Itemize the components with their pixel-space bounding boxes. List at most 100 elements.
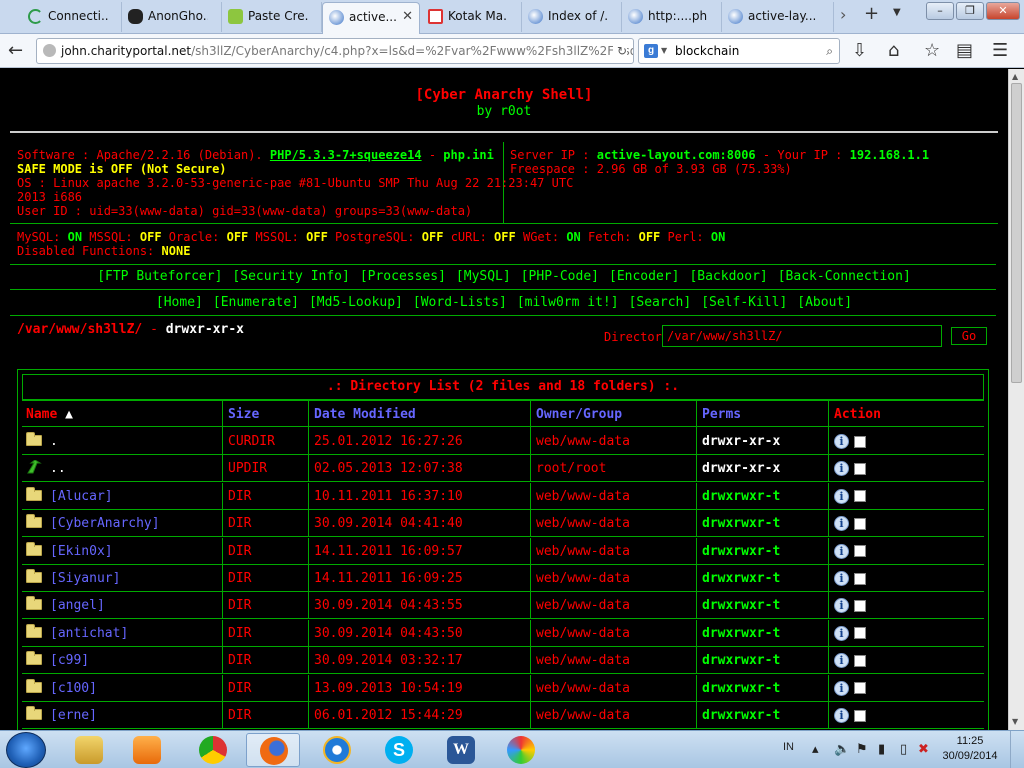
- entry-perms[interactable]: drwxrwxr-t: [702, 675, 780, 702]
- taskbar-word[interactable]: W: [434, 733, 488, 767]
- info-icon[interactable]: i: [834, 571, 849, 586]
- sort-by-date[interactable]: Date Modified: [314, 401, 416, 428]
- start-button[interactable]: [6, 732, 46, 768]
- search-icon[interactable]: ⌕: [826, 39, 833, 63]
- volume-icon[interactable]: 🔈: [834, 742, 850, 757]
- url-bar[interactable]: john.charityportal.net/sh3llZ/CyberAnarc…: [36, 38, 634, 64]
- directory-input[interactable]: /var/www/sh3llZ/: [662, 325, 942, 347]
- menu-backdoor[interactable]: [Backdoor]: [689, 269, 767, 284]
- sort-by-size[interactable]: Size: [228, 401, 259, 428]
- entry-name-link[interactable]: [c100]: [50, 681, 97, 696]
- entry-perms[interactable]: drwxrwxr-t: [702, 620, 780, 647]
- php-ini-link[interactable]: php.ini: [443, 148, 494, 162]
- current-path-link[interactable]: /var/www/sh3llZ/: [17, 322, 142, 337]
- clock-date[interactable]: 30/09/2014: [933, 750, 1007, 762]
- entry-name-link[interactable]: [Alucar]: [50, 489, 113, 504]
- select-checkbox[interactable]: [854, 599, 866, 612]
- menu-md5-lookup[interactable]: [Md5-Lookup]: [309, 295, 403, 310]
- tab-scroll-right-icon[interactable]: ›: [840, 5, 846, 24]
- info-icon[interactable]: i: [834, 653, 849, 669]
- menu-mysql[interactable]: [MySQL]: [456, 269, 511, 284]
- battery-icon[interactable]: ▯: [900, 742, 907, 757]
- scroll-thumb[interactable]: [1011, 83, 1022, 383]
- sort-ascending-icon[interactable]: ▲: [65, 407, 73, 422]
- menu-enumerate[interactable]: [Enumerate]: [213, 295, 299, 310]
- entry-name-link[interactable]: .: [50, 434, 58, 449]
- taskbar-chrome[interactable]: [186, 733, 240, 767]
- entry-name-link[interactable]: [Siyanur]: [50, 571, 120, 586]
- close-tab-icon[interactable]: ✕: [402, 3, 413, 31]
- tab-index-of[interactable]: Index of /...: [522, 2, 622, 32]
- menu-back-connection[interactable]: [Back-Connection]: [778, 269, 911, 284]
- info-icon[interactable]: i: [834, 543, 849, 559]
- menu-php-code[interactable]: [PHP-Code]: [521, 269, 599, 284]
- sort-by-owner[interactable]: Owner/Group: [536, 401, 622, 428]
- info-icon[interactable]: i: [834, 708, 849, 723]
- tab-anonghost[interactable]: AnonGho...: [122, 2, 222, 32]
- downloads-icon[interactable]: ⇩: [852, 40, 867, 62]
- taskbar-media-player[interactable]: [120, 733, 174, 767]
- info-icon[interactable]: i: [834, 488, 849, 504]
- entry-perms[interactable]: drwxrwxr-t: [702, 592, 780, 619]
- tab-connecting[interactable]: Connecti...: [22, 2, 122, 32]
- select-checkbox[interactable]: [854, 435, 866, 448]
- select-checkbox[interactable]: [854, 490, 866, 503]
- show-desktop-button[interactable]: [1010, 731, 1024, 768]
- tab-list-icon[interactable]: ▼: [893, 7, 901, 18]
- info-icon[interactable]: i: [834, 625, 849, 641]
- select-checkbox[interactable]: [854, 462, 866, 475]
- security-alert-icon[interactable]: ✖: [918, 742, 929, 757]
- entry-name-link[interactable]: [c99]: [50, 653, 89, 668]
- page-scrollbar[interactable]: ▲ ▼: [1008, 69, 1024, 730]
- close-window-button[interactable]: ✕: [986, 2, 1020, 20]
- home-icon[interactable]: ⌂: [888, 40, 899, 62]
- tab-active-layout[interactable]: active... ✕: [322, 2, 420, 35]
- entry-perms[interactable]: drwxrwxr-t: [702, 702, 780, 729]
- menu-icon[interactable]: ☰: [992, 40, 1008, 62]
- select-checkbox[interactable]: [854, 627, 866, 640]
- entry-name-link[interactable]: [erne]: [50, 708, 97, 723]
- menu-home[interactable]: [Home]: [156, 295, 203, 310]
- menu-about[interactable]: [About]: [797, 295, 852, 310]
- menu-security-info[interactable]: [Security Info]: [232, 269, 349, 284]
- menu-self-kill[interactable]: [Self-Kill]: [701, 295, 787, 310]
- menu-search[interactable]: [Search]: [629, 295, 692, 310]
- scroll-down-icon[interactable]: ▼: [1012, 717, 1018, 726]
- minimize-button[interactable]: –: [926, 2, 954, 20]
- select-checkbox[interactable]: [854, 572, 866, 585]
- taskbar-firefox[interactable]: [246, 733, 300, 767]
- entry-perms[interactable]: drwxrwxr-t: [702, 538, 780, 565]
- taskbar-paint[interactable]: [494, 733, 548, 767]
- menu-word-lists[interactable]: [Word-Lists]: [413, 295, 507, 310]
- network-icon[interactable]: ▮: [878, 742, 885, 757]
- sort-by-perms[interactable]: Perms: [702, 401, 741, 428]
- search-bar[interactable]: g ▼ blockchain ⌕: [638, 38, 840, 64]
- info-icon[interactable]: i: [834, 516, 849, 532]
- menu-encoder[interactable]: [Encoder]: [609, 269, 679, 284]
- tab-paste[interactable]: Paste Cre...: [222, 2, 322, 32]
- tab-kotak[interactable]: Kotak Ma...: [422, 2, 522, 32]
- entry-perms[interactable]: drwxr-xr-x: [702, 455, 780, 482]
- scroll-up-icon[interactable]: ▲: [1012, 72, 1018, 81]
- search-engine-dropdown-icon[interactable]: ▼: [661, 39, 667, 63]
- select-checkbox[interactable]: [854, 682, 866, 695]
- entry-perms[interactable]: drwxrwxr-t: [702, 483, 780, 510]
- tab-http-php[interactable]: http:....php: [622, 2, 722, 32]
- taskbar-ie[interactable]: [310, 733, 364, 767]
- back-icon[interactable]: ←: [8, 40, 23, 62]
- info-icon[interactable]: i: [834, 598, 849, 614]
- select-checkbox[interactable]: [854, 517, 866, 530]
- menu-processes[interactable]: [Processes]: [360, 269, 446, 284]
- entry-perms[interactable]: drwxrwxr-t: [702, 565, 780, 592]
- new-tab-icon[interactable]: +: [864, 3, 879, 24]
- entry-name-link[interactable]: [angel]: [50, 598, 105, 613]
- entry-perms[interactable]: drwxrwxr-t: [702, 510, 780, 537]
- select-checkbox[interactable]: [854, 709, 866, 722]
- info-icon[interactable]: i: [834, 680, 849, 696]
- php-version-link[interactable]: PHP/5.3.3-7+squeeze14: [270, 148, 422, 162]
- menu-ftp-bruteforcer[interactable]: [FTP Buteforcer]: [97, 269, 222, 284]
- bookmark-star-icon[interactable]: ☆: [924, 40, 940, 62]
- maximize-button[interactable]: ❐: [956, 2, 984, 20]
- select-checkbox[interactable]: [854, 654, 866, 667]
- entry-name-link[interactable]: [antichat]: [50, 626, 128, 641]
